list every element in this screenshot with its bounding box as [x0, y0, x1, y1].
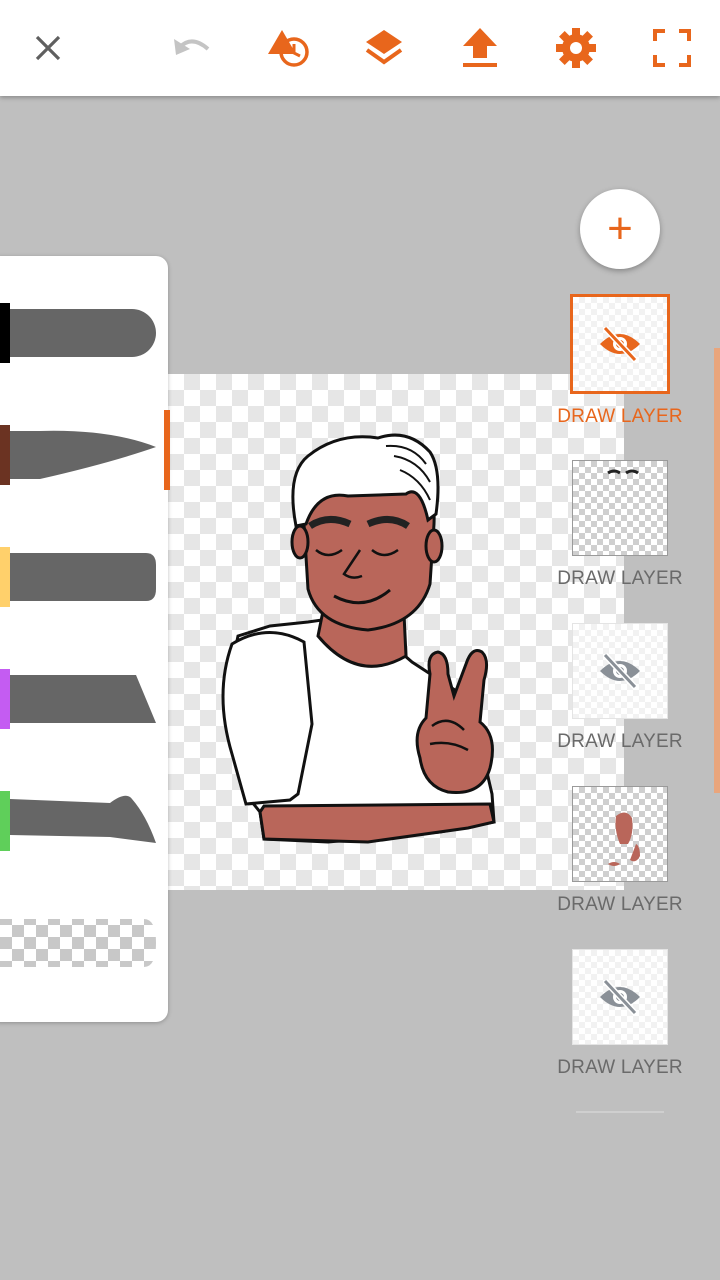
chisel-brush[interactable]: [0, 669, 160, 729]
layer-preview: [608, 812, 640, 866]
layer-list-divider: [576, 1111, 664, 1113]
visibility-off-icon[interactable]: [597, 979, 643, 1015]
layer-thumbnail: [572, 786, 668, 882]
upload-icon: [463, 28, 497, 67]
top-toolbar: [0, 0, 720, 96]
eraser-brush[interactable]: [0, 913, 160, 973]
marker-brush-icon: [10, 553, 156, 601]
shapes-history-icon: [268, 30, 309, 67]
fullscreen-button[interactable]: [648, 24, 696, 72]
layer-thumbnail: [572, 949, 668, 1045]
layers-scrollbar[interactable]: [714, 348, 720, 793]
ink-brush-icon: [10, 795, 156, 843]
layer-label: DRAW LAYER: [557, 568, 683, 589]
layer-item-1[interactable]: DRAW LAYER: [556, 294, 684, 428]
visibility-off-icon[interactable]: [597, 326, 643, 362]
tapered-brush[interactable]: [0, 425, 160, 485]
layer-item-5[interactable]: DRAW LAYER: [556, 949, 684, 1079]
brush-panel: [0, 256, 168, 1022]
add-layer-label: +: [607, 204, 633, 253]
settings-button[interactable]: [552, 24, 600, 72]
layer-item-3[interactable]: DRAW LAYER: [556, 623, 684, 753]
layer-label: DRAW LAYER: [557, 1057, 683, 1078]
gear-icon: [556, 28, 596, 68]
layers-button[interactable]: [360, 24, 408, 72]
layer-thumbnail: [572, 460, 668, 556]
export-button[interactable]: [456, 24, 504, 72]
layer-thumbnail: [572, 623, 668, 719]
close-button[interactable]: [24, 24, 72, 72]
ink-brush[interactable]: [0, 791, 160, 851]
layer-item-4[interactable]: DRAW LAYER: [556, 786, 684, 916]
active-brush-indicator: [164, 410, 170, 490]
layer-thumbnail: [570, 294, 670, 394]
close-icon: [35, 35, 61, 61]
layer-preview: [607, 469, 639, 475]
round-brush-icon: [10, 309, 156, 357]
layer-label: DRAW LAYER: [557, 894, 683, 915]
chisel-brush-icon: [10, 675, 156, 723]
layer-label: DRAW LAYER: [557, 731, 683, 752]
add-layer-button[interactable]: +: [580, 189, 660, 269]
tapered-brush-icon: [10, 430, 156, 479]
layers-icon: [365, 30, 403, 65]
shapes-history-button[interactable]: [264, 24, 312, 72]
fullscreen-icon: [653, 29, 691, 67]
layer-label: DRAW LAYER: [557, 406, 683, 427]
layer-item-2[interactable]: DRAW LAYER: [556, 460, 684, 590]
marker-brush[interactable]: [0, 547, 160, 607]
visibility-off-icon[interactable]: [597, 653, 643, 689]
undo-icon: [174, 39, 210, 55]
round-brush[interactable]: [0, 303, 160, 363]
undo-button[interactable]: [168, 24, 216, 72]
eraser-brush-icon: [0, 919, 156, 967]
